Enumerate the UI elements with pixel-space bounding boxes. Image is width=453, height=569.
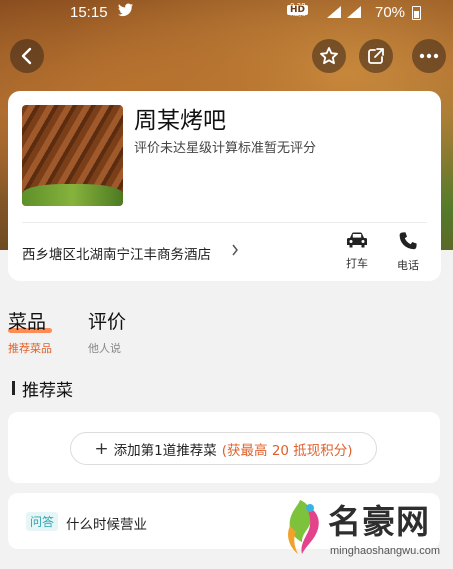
watermark-url: minghaoshangwu.com xyxy=(330,545,441,557)
watermark-logo-icon xyxy=(288,500,319,554)
shop-name: 周某烤吧 xyxy=(134,108,226,134)
tab-reviews-title: 评价 xyxy=(88,311,127,333)
phone-button[interactable]: 电话 xyxy=(391,231,425,273)
shop-info-card: 周某烤吧 评价未达星级计算标准暂无评分 西乡塘区北湖南宁江丰商务酒店 打车 电话 xyxy=(8,91,441,281)
twitter-bird-icon xyxy=(118,3,134,21)
add-recommend-reward: (获最高 20 抵现积分) xyxy=(221,442,353,459)
shop-address[interactable]: 西乡塘区北湖南宁江丰商务酒店 xyxy=(22,243,211,263)
recommend-card: + 添加第1道推荐菜 (获最高 20 抵现积分) xyxy=(8,412,440,483)
car-icon xyxy=(347,232,367,248)
back-button[interactable] xyxy=(10,39,44,73)
divider xyxy=(22,222,427,223)
share-icon xyxy=(368,48,384,64)
tab-dishes-subtitle: 推荐菜品 xyxy=(8,342,52,355)
more-icon xyxy=(419,53,439,59)
taxi-label: 打车 xyxy=(346,257,368,270)
more-button[interactable] xyxy=(412,39,446,73)
watermark-title: 名豪网 xyxy=(328,502,430,541)
star-icon xyxy=(320,47,338,65)
battery-icon xyxy=(412,6,421,20)
tab-dishes-title: 菜品 xyxy=(8,311,47,333)
chevron-right-icon[interactable] xyxy=(231,243,239,261)
taxi-button[interactable]: 打车 xyxy=(340,231,374,271)
battery-percent: 70% xyxy=(375,4,406,21)
shop-photo[interactable] xyxy=(22,105,123,206)
plus-icon: + xyxy=(94,438,109,459)
tab-reviews[interactable]: 评价 他人说 xyxy=(88,307,126,356)
shop-rating-text: 评价未达星级计算标准暂无评分 xyxy=(134,141,317,156)
add-recommend-button[interactable]: + 添加第1道推荐菜 (获最高 20 抵现积分) xyxy=(70,432,377,465)
phone-label: 电话 xyxy=(397,259,419,272)
favorite-button[interactable] xyxy=(312,39,346,73)
status-time: 15:15 xyxy=(70,4,108,21)
watermark: 名豪网 minghaoshangwu.com xyxy=(276,493,448,569)
chevron-left-icon xyxy=(21,47,32,65)
phone-icon xyxy=(399,232,417,250)
qa-badge: 问答 xyxy=(26,512,59,531)
section-title: 推荐菜 xyxy=(22,381,73,401)
add-recommend-label: 添加第1道推荐菜 xyxy=(113,442,217,459)
signal-icon xyxy=(325,5,365,19)
status-bar: 15:15 0.38 KB/s HD 70% xyxy=(0,0,453,26)
section-marker xyxy=(12,381,15,395)
tab-reviews-subtitle: 他人说 xyxy=(88,342,121,355)
share-button[interactable] xyxy=(359,39,393,73)
tab-dishes[interactable]: 菜品 推荐菜品 xyxy=(8,307,52,356)
qa-question: 什么时候营业 xyxy=(66,517,147,533)
hd-badge: HD xyxy=(287,5,309,15)
